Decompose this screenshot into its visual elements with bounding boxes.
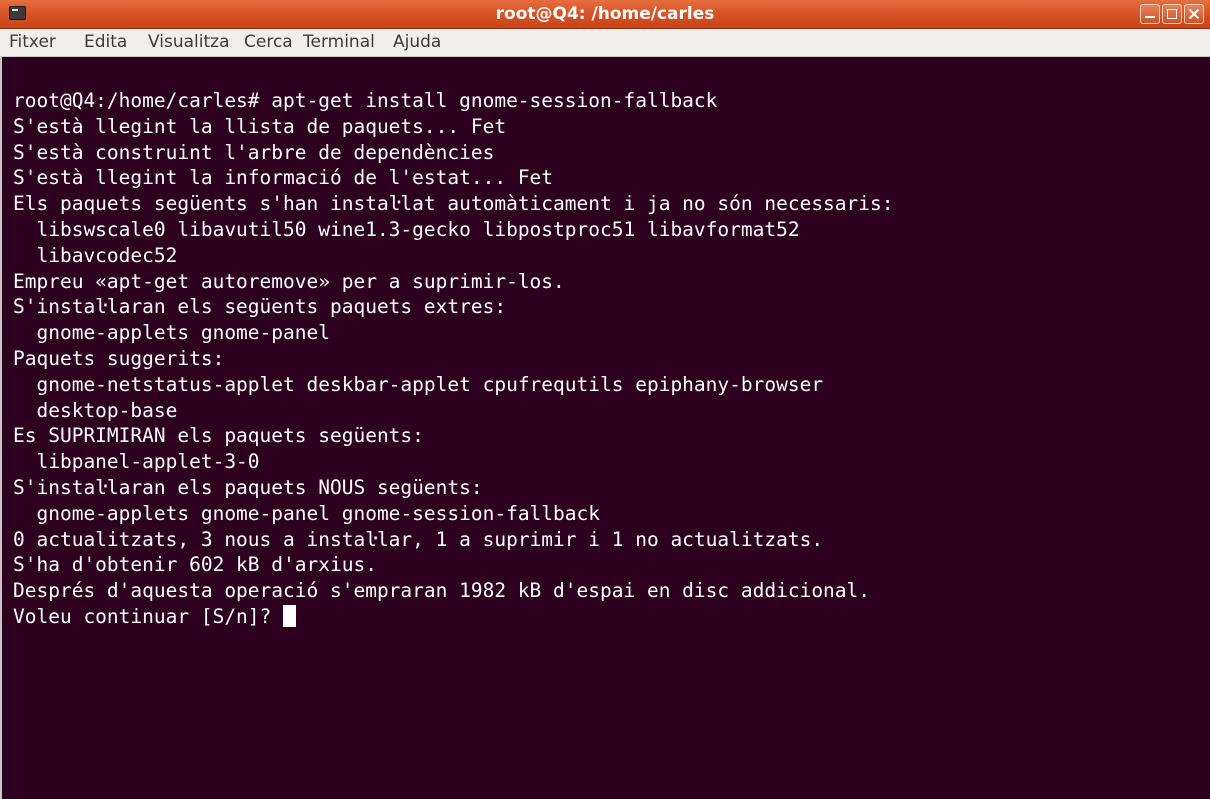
window-title: root@Q4: /home/carles (495, 4, 715, 24)
terminal-line: gnome-applets gnome-panel (13, 321, 330, 345)
terminal-line: libavcodec52 (13, 243, 178, 267)
close-button[interactable] (1184, 4, 1204, 24)
terminal-line: desktop-base (13, 398, 178, 422)
menu-edita[interactable]: Edita (84, 29, 127, 56)
prompt-text: Voleu continuar [S/n]? (13, 604, 284, 628)
menu-visualitza[interactable]: Visualitza (148, 29, 229, 56)
terminal-text: root@Q4:/home/carles# apt-get install gn… (13, 88, 894, 630)
menu-cerca[interactable]: Cerca (244, 29, 293, 56)
terminal-line: Paquets suggerits: (13, 346, 225, 370)
terminal-line: S'ha d'obtenir 602 kB d'arxius. (13, 553, 377, 577)
terminal-line: S'està llegint la informació de l'estat.… (13, 166, 554, 190)
text-cursor (283, 604, 297, 627)
minimize-icon (1141, 5, 1159, 23)
menu-fitxer[interactable]: Fitxer (9, 29, 56, 56)
terminal-icon[interactable] (9, 6, 26, 20)
title-bar[interactable]: root@Q4: /home/carles (0, 0, 1210, 29)
terminal-line: S'instaŀlaran els paquets NOUS següents: (13, 475, 483, 499)
terminal-line: 0 actualitzats, 3 nous a instaŀlar, 1 a … (13, 527, 824, 551)
terminal-line: gnome-netstatus-applet deskbar-applet cp… (13, 372, 824, 396)
terminal-line: gnome-applets gnome-panel gnome-session-… (13, 501, 600, 525)
terminal-line: S'està llegint la llista de paquets... F… (13, 114, 507, 138)
terminal-line: S'instaŀlaran els següents paquets extre… (13, 295, 507, 319)
close-icon (1185, 5, 1203, 23)
terminal-output-area[interactable]: root@Q4:/home/carles# apt-get install gn… (0, 57, 1210, 799)
terminal-line: Després d'aquesta operació s'empraran 19… (13, 579, 871, 603)
menu-ajuda[interactable]: Ajuda (393, 29, 441, 56)
menu-terminal[interactable]: Terminal (303, 29, 375, 56)
terminal-line: Empreu «apt-get autoremove» per a suprim… (13, 269, 565, 293)
maximize-icon (1163, 5, 1181, 23)
menu-bar: Fitxer Edita Visualitza Cerca Terminal A… (0, 29, 1210, 57)
maximize-button[interactable] (1162, 4, 1182, 24)
prompt-line[interactable]: Voleu continuar [S/n]? (13, 604, 894, 630)
terminal-line: libswscale0 libavutil50 wine1.3-gecko li… (13, 217, 800, 241)
minimize-button[interactable] (1140, 4, 1160, 24)
terminal-line: Els paquets següents s'han instaŀlat aut… (13, 192, 894, 216)
terminal-window: root@Q4: /home/carles Fitxer Edita Visua… (0, 0, 1210, 799)
terminal-line: libpanel-applet-3-0 (13, 450, 260, 474)
terminal-line: Es SUPRIMIRAN els paquets següents: (13, 424, 424, 448)
terminal-line: root@Q4:/home/carles# apt-get install gn… (13, 89, 718, 112)
terminal-line: S'està construint l'arbre de dependèncie… (13, 140, 495, 164)
